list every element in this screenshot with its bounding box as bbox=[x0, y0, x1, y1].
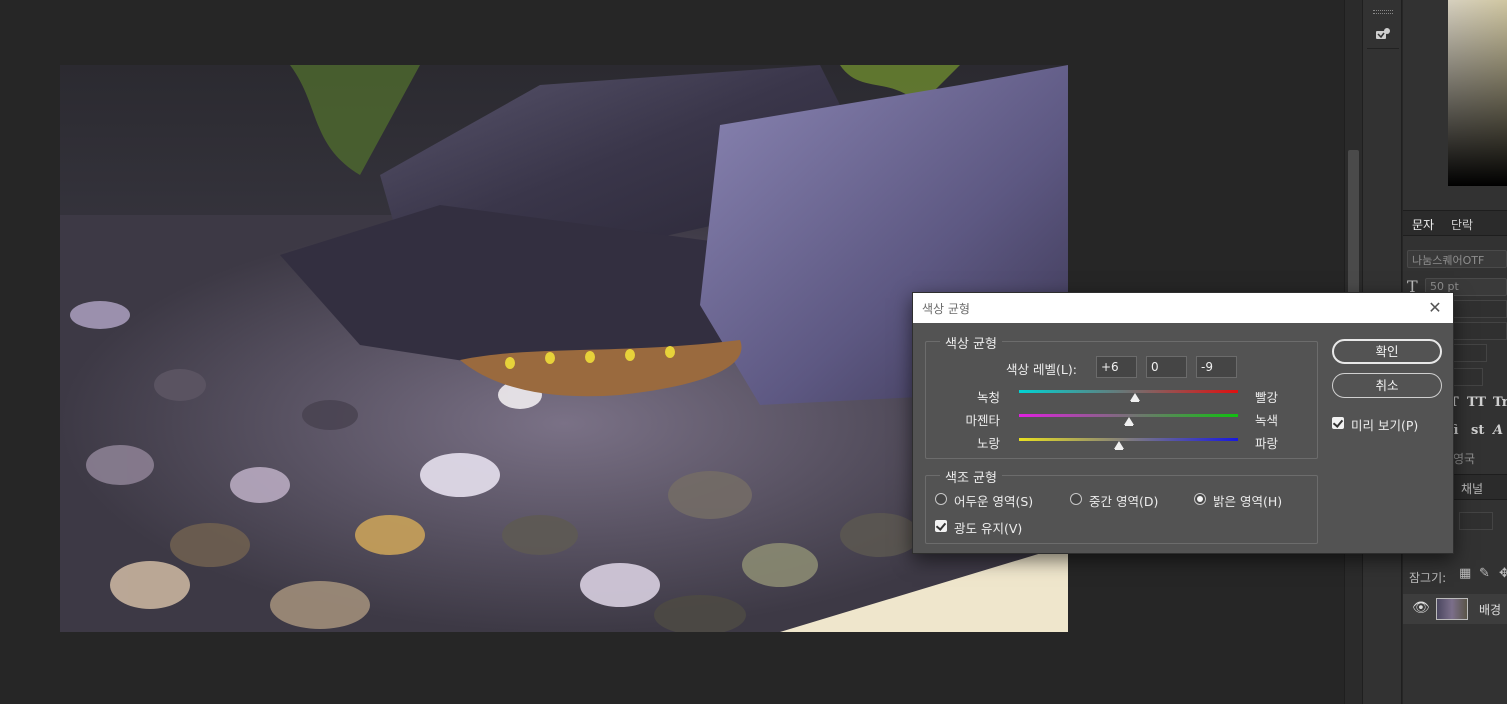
layer-thumbnail bbox=[1436, 598, 1468, 620]
preview-label[interactable]: 미리 보기(P) bbox=[1351, 415, 1418, 434]
radio-shadows[interactable] bbox=[935, 493, 947, 505]
color-picker-field[interactable] bbox=[1448, 0, 1507, 186]
radio-midtones[interactable] bbox=[1070, 493, 1082, 505]
opacity-field[interactable] bbox=[1459, 512, 1493, 530]
tab-character[interactable]: 문자 bbox=[1412, 216, 1434, 233]
lock-move-icon[interactable]: ✥ bbox=[1499, 566, 1507, 581]
language-field[interactable]: 영국 bbox=[1453, 450, 1475, 467]
option-highlights-label[interactable]: 밝은 영역(H) bbox=[1213, 491, 1282, 510]
dialog-titlebar[interactable]: 색상 균형 ✕ bbox=[913, 293, 1453, 323]
tone-balance-group: 색조 균형 어두운 영역(S) 중간 영역(D) 밝은 영역(H) 광도 유지(… bbox=[925, 467, 1318, 544]
visibility-eye-icon[interactable]: 👁 bbox=[1412, 600, 1430, 616]
slider-knob-magenta-green[interactable] bbox=[1123, 417, 1134, 426]
slider-track-yellow-blue[interactable] bbox=[1019, 438, 1238, 441]
dialog-title: 색상 균형 bbox=[922, 302, 970, 316]
level-yellow-blue-input[interactable]: -9 bbox=[1196, 356, 1237, 378]
level-magenta-green-input[interactable]: 0 bbox=[1146, 356, 1187, 378]
radio-highlights[interactable] bbox=[1194, 493, 1206, 505]
option-shadows-label[interactable]: 어두운 영역(S) bbox=[954, 491, 1033, 510]
cancel-button[interactable]: 취소 bbox=[1332, 373, 1442, 398]
color-levels-label: 색상 레벨(L): bbox=[1006, 362, 1077, 377]
panel-grip-icon[interactable] bbox=[1373, 10, 1393, 14]
slider-knob-yellow-blue[interactable] bbox=[1113, 441, 1124, 450]
slider-track-cyan-red[interactable] bbox=[1019, 390, 1238, 393]
character-tab-row: 문자 단락 bbox=[1403, 210, 1507, 236]
glyphs-icon[interactable] bbox=[1373, 24, 1393, 44]
color-balance-legend: 색상 균형 bbox=[940, 333, 1002, 352]
layer-name: 배경 bbox=[1479, 603, 1502, 617]
slider-left-label-magenta: 마젠타 bbox=[965, 413, 1000, 428]
font-family-field[interactable]: 나눔스퀘어OTF bbox=[1407, 250, 1507, 268]
ok-button[interactable]: 확인 bbox=[1332, 339, 1442, 364]
slider-left-label-yellow: 노랑 bbox=[976, 436, 1000, 451]
close-icon[interactable]: ✕ bbox=[1425, 298, 1445, 318]
tab-paragraph[interactable]: 단락 bbox=[1451, 216, 1473, 233]
small-caps-icon[interactable]: Tr bbox=[1493, 395, 1507, 410]
layer-row-background[interactable]: 👁 배경 bbox=[1403, 594, 1507, 624]
lock-label: 잠그기: bbox=[1409, 571, 1447, 585]
level-cyan-red-input[interactable]: +6 bbox=[1096, 356, 1137, 378]
ordinal-icon[interactable]: st bbox=[1471, 423, 1484, 438]
preview-checkbox[interactable] bbox=[1332, 417, 1344, 429]
slider-right-label-red: 빨강 bbox=[1255, 390, 1279, 405]
preserve-luminosity-checkbox[interactable] bbox=[935, 520, 947, 532]
option-midtones-label[interactable]: 중간 영역(D) bbox=[1089, 491, 1158, 510]
color-balance-group: 색상 균형 색상 레벨(L): +6 0 -9 녹청 빨강 마젠타 녹색 노랑 … bbox=[925, 333, 1318, 459]
swash-icon[interactable]: A bbox=[1493, 423, 1503, 438]
tab-channels[interactable]: 채널 bbox=[1461, 480, 1483, 497]
preserve-luminosity-label[interactable]: 광도 유지(V) bbox=[954, 518, 1022, 537]
slider-knob-cyan-red[interactable] bbox=[1130, 393, 1141, 402]
all-caps-icon[interactable]: TT bbox=[1467, 395, 1486, 410]
tone-balance-legend: 색조 균형 bbox=[940, 467, 1002, 486]
leading-field[interactable] bbox=[1447, 300, 1507, 318]
lock-brush-icon[interactable]: ✎ bbox=[1479, 566, 1490, 581]
color-balance-dialog: 색상 균형 ✕ 색상 균형 색상 레벨(L): +6 0 -9 녹청 빨강 마젠… bbox=[912, 292, 1454, 554]
slider-right-label-green: 녹색 bbox=[1255, 413, 1279, 428]
lock-transparency-icon[interactable]: ▦ bbox=[1459, 566, 1471, 581]
tracking-field[interactable] bbox=[1447, 322, 1507, 340]
slider-left-label-cyan: 녹청 bbox=[976, 390, 1000, 405]
slider-right-label-blue: 파랑 bbox=[1255, 436, 1279, 451]
